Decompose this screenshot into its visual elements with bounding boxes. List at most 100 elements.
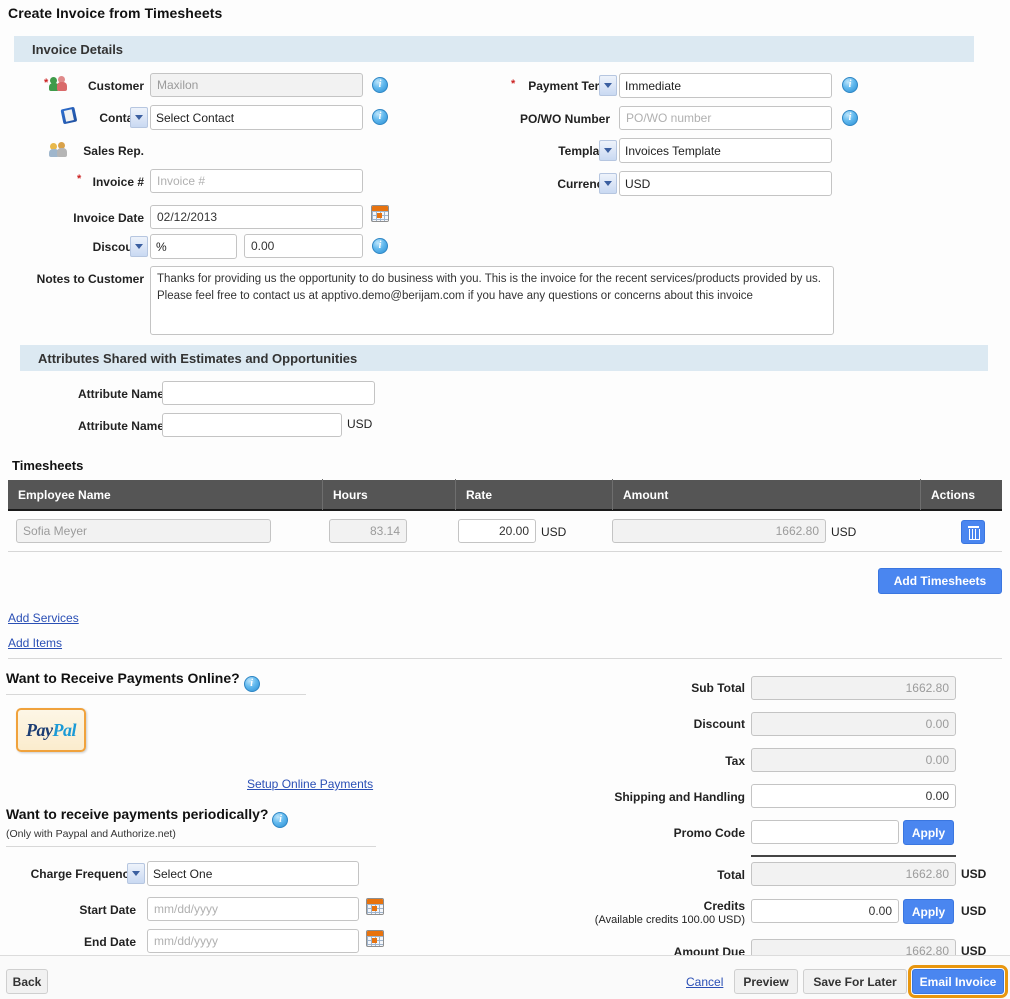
credits-label: Credits — [560, 899, 745, 913]
row-amount-unit: USD — [831, 525, 856, 539]
promo-code-apply-button[interactable]: Apply — [903, 820, 954, 845]
total-value — [751, 862, 956, 886]
section-header-attributes: Attributes Shared with Estimates and Opp… — [20, 345, 988, 371]
row-rate-input[interactable] — [458, 519, 536, 543]
timesheets-table-header: Employee Name Hours Rate Amount Actions — [8, 480, 1002, 511]
trash-icon[interactable] — [961, 520, 985, 544]
payment-term-select[interactable]: Immediate — [619, 73, 832, 98]
template-label: Template — [420, 144, 610, 158]
invoice-create-page: Create Invoice from Timesheets Invoice D… — [0, 0, 1010, 999]
start-date-calendar-icon[interactable] — [366, 898, 384, 915]
paypal-text-pay: Pay — [26, 720, 52, 740]
credits-apply-button[interactable]: Apply — [903, 899, 954, 924]
row-amount-input[interactable] — [612, 519, 826, 543]
section-header-invoice-details: Invoice Details — [14, 36, 974, 62]
column-header-employee-name: Employee Name — [8, 479, 323, 510]
currency-select[interactable]: USD — [619, 171, 832, 196]
sub-total-value — [751, 676, 956, 700]
save-for-later-button[interactable]: Save For Later — [803, 969, 907, 994]
row-employee-name-input[interactable] — [16, 519, 271, 543]
add-items-link[interactable]: Add Items — [8, 636, 62, 650]
column-header-amount: Amount — [613, 479, 921, 510]
attribute-2-unit: USD — [347, 417, 372, 431]
tax-value — [751, 748, 956, 772]
payment-term-info-icon[interactable]: i — [842, 77, 858, 93]
customer-info-icon[interactable]: i — [372, 77, 388, 93]
periodic-payments-info-icon[interactable]: i — [272, 812, 288, 828]
po-wo-number-input[interactable] — [619, 106, 832, 130]
contact-info-icon[interactable]: i — [372, 109, 388, 125]
end-date-calendar-icon[interactable] — [366, 930, 384, 947]
email-invoice-button[interactable]: Email Invoice — [912, 969, 1004, 994]
row-hours-input[interactable] — [329, 519, 407, 543]
column-header-actions: Actions — [921, 479, 1002, 510]
invoice-number-input[interactable] — [150, 169, 363, 193]
po-wo-number-info-icon[interactable]: i — [842, 110, 858, 126]
customer-input[interactable] — [150, 73, 363, 97]
discount-type-select[interactable]: % — [150, 234, 237, 259]
currency-label: Currency — [420, 177, 610, 191]
discount-info-icon[interactable]: i — [372, 238, 388, 254]
credits-input[interactable] — [751, 899, 899, 923]
promo-code-label: Promo Code — [560, 826, 745, 840]
back-button[interactable]: Back — [6, 969, 48, 994]
add-timesheets-button[interactable]: Add Timesheets — [878, 568, 1002, 594]
preview-button[interactable]: Preview — [734, 969, 798, 994]
contact-label: Contact — [40, 111, 144, 125]
online-payments-info-icon[interactable]: i — [244, 676, 260, 692]
customer-label: Customer — [40, 79, 144, 93]
notes-to-customer-textarea[interactable]: Thanks for providing us the opportunity … — [150, 266, 834, 335]
online-payments-heading-text: Want to Receive Payments Online? — [6, 670, 240, 686]
cancel-link[interactable]: Cancel — [686, 975, 723, 989]
end-date-input[interactable] — [147, 929, 359, 953]
start-date-label: Start Date — [16, 903, 136, 917]
sub-total-label: Sub Total — [560, 681, 745, 695]
tax-label: Tax — [560, 754, 745, 768]
column-header-rate: Rate — [456, 479, 613, 510]
shipping-handling-label: Shipping and Handling — [560, 790, 745, 804]
attribute-1-label: Attribute Name — [40, 387, 164, 401]
payment-term-label: Payment Term — [420, 79, 610, 93]
discount-total-label: Discount — [560, 717, 745, 731]
paypal-text-pal: Pal — [52, 720, 76, 740]
shipping-handling-input[interactable] — [751, 784, 956, 808]
divider — [6, 846, 376, 847]
attribute-1-input[interactable] — [162, 381, 375, 405]
end-date-label: End Date — [16, 935, 136, 949]
contact-select[interactable]: Select Contact — [150, 105, 363, 130]
invoice-date-calendar-icon[interactable] — [371, 205, 389, 222]
table-row-separator — [8, 551, 1002, 552]
notes-to-customer-label: Notes to Customer — [20, 272, 144, 286]
attribute-2-input[interactable] — [162, 413, 342, 437]
promo-code-input[interactable] — [751, 820, 899, 844]
credits-unit: USD — [961, 904, 986, 918]
charge-frequency-label: Charge Frequency — [16, 867, 136, 881]
column-header-hours: Hours — [323, 479, 456, 510]
total-label: Total — [560, 868, 745, 882]
totals-divider — [751, 855, 956, 857]
online-payments-heading: Want to Receive Payments Online?i — [6, 670, 260, 692]
invoice-number-label: Invoice # — [40, 175, 144, 189]
po-wo-number-label: PO/WO Number — [420, 112, 610, 126]
periodic-payments-subtext: (Only with Paypal and Authorize.net) — [6, 828, 176, 840]
invoice-date-label: Invoice Date — [40, 211, 144, 225]
charge-frequency-select[interactable]: Select One — [147, 861, 359, 886]
paypal-logo[interactable]: PayPal — [16, 708, 86, 752]
setup-online-payments-link[interactable]: Setup Online Payments — [247, 777, 373, 791]
add-services-link[interactable]: Add Services — [8, 611, 79, 625]
start-date-input[interactable] — [147, 897, 359, 921]
discount-total-value — [751, 712, 956, 736]
credits-sublabel: (Available credits 100.00 USD) — [520, 914, 745, 926]
divider — [6, 694, 306, 695]
discount-amount-input[interactable] — [244, 234, 363, 258]
divider — [8, 658, 1002, 659]
total-unit: USD — [961, 867, 986, 881]
discount-label: Discount — [40, 240, 144, 254]
periodic-payments-heading-text: Want to receive payments periodically? — [6, 806, 268, 822]
timesheets-title: Timesheets — [12, 458, 83, 473]
invoice-date-input[interactable] — [150, 205, 363, 229]
row-rate-unit: USD — [541, 525, 566, 539]
attribute-2-label: Attribute Name — [40, 419, 164, 433]
periodic-payments-heading: Want to receive payments periodically?i — [6, 806, 288, 828]
template-select[interactable]: Invoices Template — [619, 138, 832, 163]
